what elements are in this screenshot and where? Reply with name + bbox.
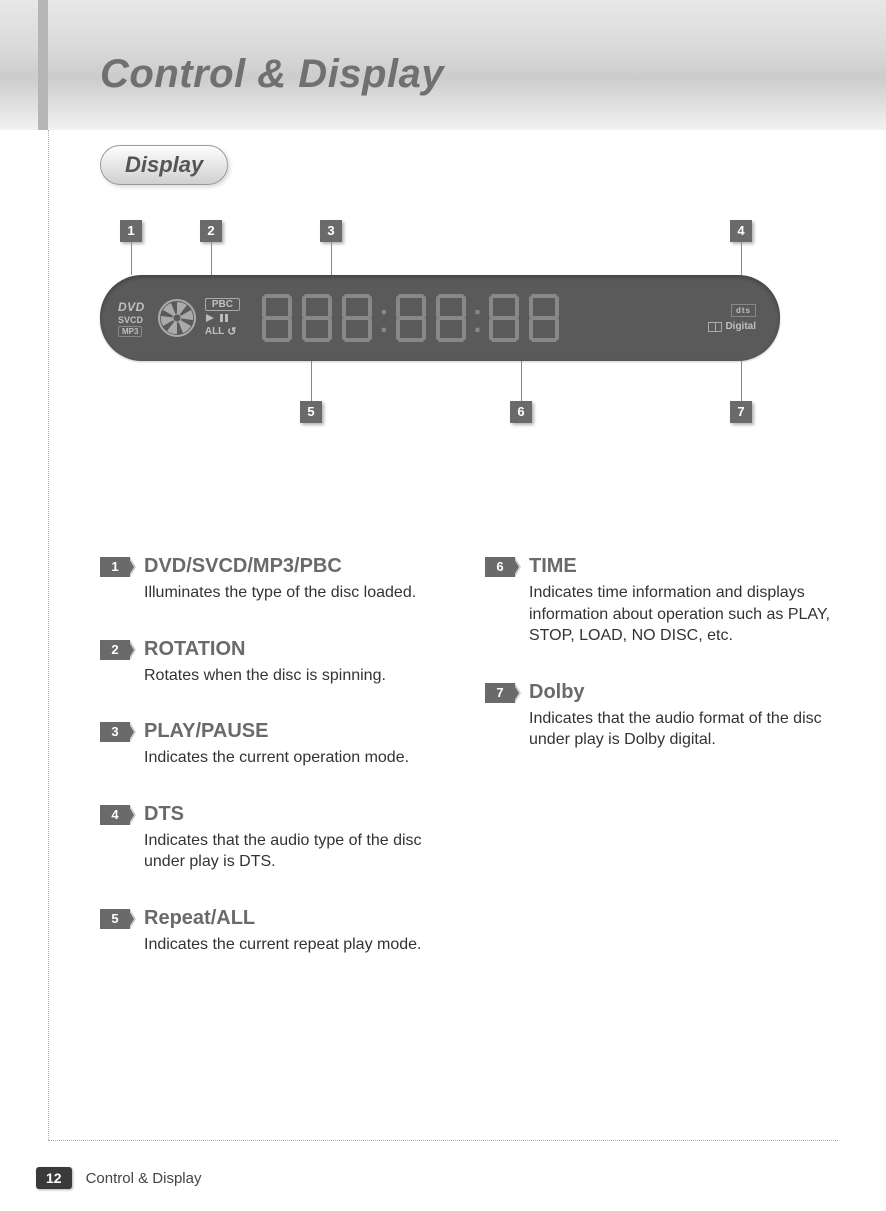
header-band: Control & Display (0, 0, 886, 130)
legend-desc: Indicates the current operation mode. (144, 747, 455, 769)
disc-type-indicators: DVD SVCD MP3 (118, 300, 145, 337)
pbc-label: PBC (205, 298, 240, 311)
vertical-dotted-rule (48, 130, 49, 1140)
legend-desc: Indicates time information and displays … (529, 582, 840, 647)
digital-text: Digital (725, 321, 756, 332)
legend-item: 5 Repeat/ALL Indicates the current repea… (100, 907, 455, 956)
callout-line (211, 242, 212, 275)
legend-desc: Illuminates the type of the disc loaded. (144, 582, 455, 604)
legend-item: 3 PLAY/PAUSE Indicates the current opera… (100, 720, 455, 769)
svcd-label: SVCD (118, 315, 145, 325)
lcd-panel: DVD SVCD MP3 PBC (100, 275, 780, 361)
colon: : (378, 292, 390, 344)
legend-body: ROTATION Rotates when the disc is spinni… (144, 638, 455, 687)
play-pause-icon (205, 313, 229, 323)
legend-body: Repeat/ALL Indicates the current repeat … (144, 907, 455, 956)
legend-number: 6 (485, 557, 515, 577)
callout-3: 3 (320, 220, 342, 242)
callout-line (741, 242, 742, 275)
rotation-icon (157, 298, 197, 338)
repeat-icon: ↺ (227, 325, 236, 338)
section-pill-display: Display (100, 145, 228, 185)
callout-line (331, 242, 332, 275)
display-diagram: 1 2 3 4 DVD SVCD MP3 (100, 220, 780, 440)
all-text: ALL (205, 326, 224, 337)
callout-line (521, 361, 522, 401)
legend-title: PLAY/PAUSE (144, 720, 455, 743)
legend-title: DTS (144, 803, 455, 826)
digit-8 (260, 292, 294, 344)
legend-number: 5 (100, 909, 130, 929)
digit-8 (434, 292, 468, 344)
legend-item: 7 Dolby Indicates that the audio format … (485, 681, 840, 751)
page-title: Control & Display (100, 52, 444, 97)
page-footer: 12 Control & Display (36, 1167, 201, 1189)
footer-text: Control & Display (86, 1170, 202, 1187)
legend-number: 4 (100, 805, 130, 825)
digit-8 (340, 292, 374, 344)
legend-number: 2 (100, 640, 130, 660)
dvd-label: DVD (118, 300, 145, 314)
callout-6: 6 (510, 401, 532, 423)
legend-number: 1 (100, 557, 130, 577)
legend-body: TIME Indicates time information and disp… (529, 555, 840, 647)
legend-items: 1 DVD/SVCD/MP3/PBC Illuminates the type … (100, 555, 840, 956)
spine-edge (38, 0, 48, 130)
digit-8 (394, 292, 428, 344)
horizontal-dotted-rule (48, 1140, 838, 1141)
dolby-label: Digital (708, 321, 756, 332)
legend-title: Dolby (529, 681, 840, 704)
callout-5: 5 (300, 401, 322, 423)
mode-indicators: PBC ALL ↺ (205, 298, 240, 338)
legend-item: 1 DVD/SVCD/MP3/PBC Illuminates the type … (100, 555, 455, 604)
legend-desc: Indicates the current repeat play mode. (144, 934, 455, 956)
legend-title: ROTATION (144, 638, 455, 661)
legend-body: PLAY/PAUSE Indicates the current operati… (144, 720, 455, 769)
legend-title: DVD/SVCD/MP3/PBC (144, 555, 455, 578)
mp3-label: MP3 (118, 326, 142, 337)
legend-desc: Indicates that the audio format of the d… (529, 708, 840, 751)
dts-label: dts (731, 304, 756, 317)
legend-number: 3 (100, 722, 130, 742)
legend-body: DTS Indicates that the audio type of the… (144, 803, 455, 873)
legend-number: 7 (485, 683, 515, 703)
callout-line (131, 242, 132, 275)
legend-desc: Indicates that the audio type of the dis… (144, 830, 455, 873)
legend-column-right: 6 TIME Indicates time information and di… (485, 555, 840, 956)
legend-item: 2 ROTATION Rotates when the disc is spin… (100, 638, 455, 687)
colon: : (472, 292, 484, 344)
digit-8 (300, 292, 334, 344)
audio-format-indicators: dts Digital (708, 304, 756, 332)
legend-item: 4 DTS Indicates that the audio type of t… (100, 803, 455, 873)
legend-desc: Rotates when the disc is spinning. (144, 665, 455, 687)
dolby-icon (708, 322, 722, 332)
legend-title: Repeat/ALL (144, 907, 455, 930)
callout-2: 2 (200, 220, 222, 242)
repeat-all-label: ALL ↺ (205, 325, 237, 338)
legend-body: Dolby Indicates that the audio format of… (529, 681, 840, 751)
legend-item: 6 TIME Indicates time information and di… (485, 555, 840, 647)
callout-1: 1 (120, 220, 142, 242)
time-digits: : : (260, 292, 561, 344)
callout-7: 7 (730, 401, 752, 423)
digit-8 (527, 292, 561, 344)
legend-body: DVD/SVCD/MP3/PBC Illuminates the type of… (144, 555, 455, 604)
callout-line (311, 361, 312, 401)
digit-8 (487, 292, 521, 344)
page-number: 12 (36, 1167, 72, 1189)
legend-column-left: 1 DVD/SVCD/MP3/PBC Illuminates the type … (100, 555, 455, 956)
legend-title: TIME (529, 555, 840, 578)
callout-line (741, 361, 742, 401)
callout-4: 4 (730, 220, 752, 242)
